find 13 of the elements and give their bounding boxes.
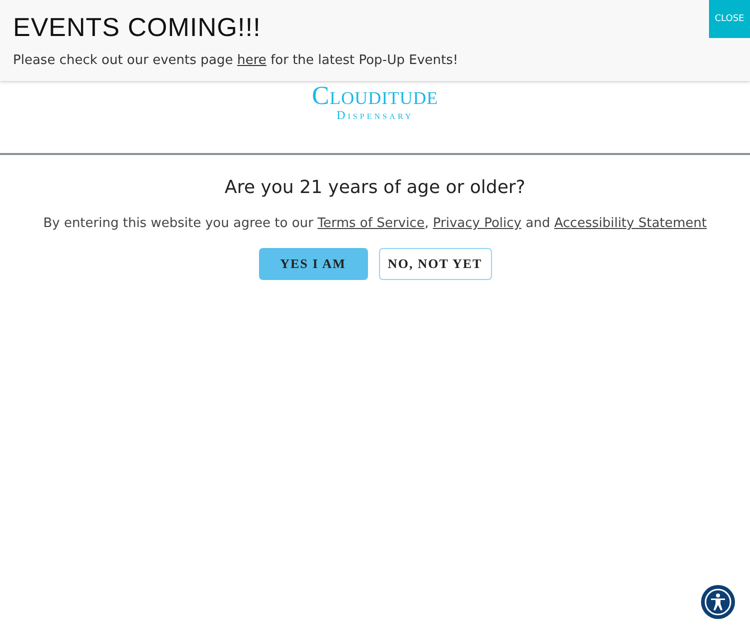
banner-title: EVENTS COMING!!! (13, 12, 261, 43)
text-link[interactable]: Accessibility Statement (554, 216, 707, 231)
accessibility-button[interactable] (701, 585, 735, 619)
text-link[interactable]: Privacy Policy (432, 216, 522, 231)
consent-text: By entering this website you agree to our Terms of Service, Privacy Policy and Accessibility Statement (43, 216, 707, 231)
logo-subtitle: Dispensary (336, 109, 414, 121)
decline-button[interactable]: NO, NOT YET (378, 248, 492, 280)
text-link[interactable]: Terms of Service (318, 216, 425, 231)
age-question: Are you 21 years of age or older? (224, 177, 526, 198)
banner-message: Please check out our events page here for the latest Pop-Up Events! (13, 53, 460, 68)
accessibility-icon (703, 587, 733, 617)
text-link[interactable]: here (237, 53, 266, 68)
confirm-button[interactable]: YES I AM (258, 248, 368, 280)
